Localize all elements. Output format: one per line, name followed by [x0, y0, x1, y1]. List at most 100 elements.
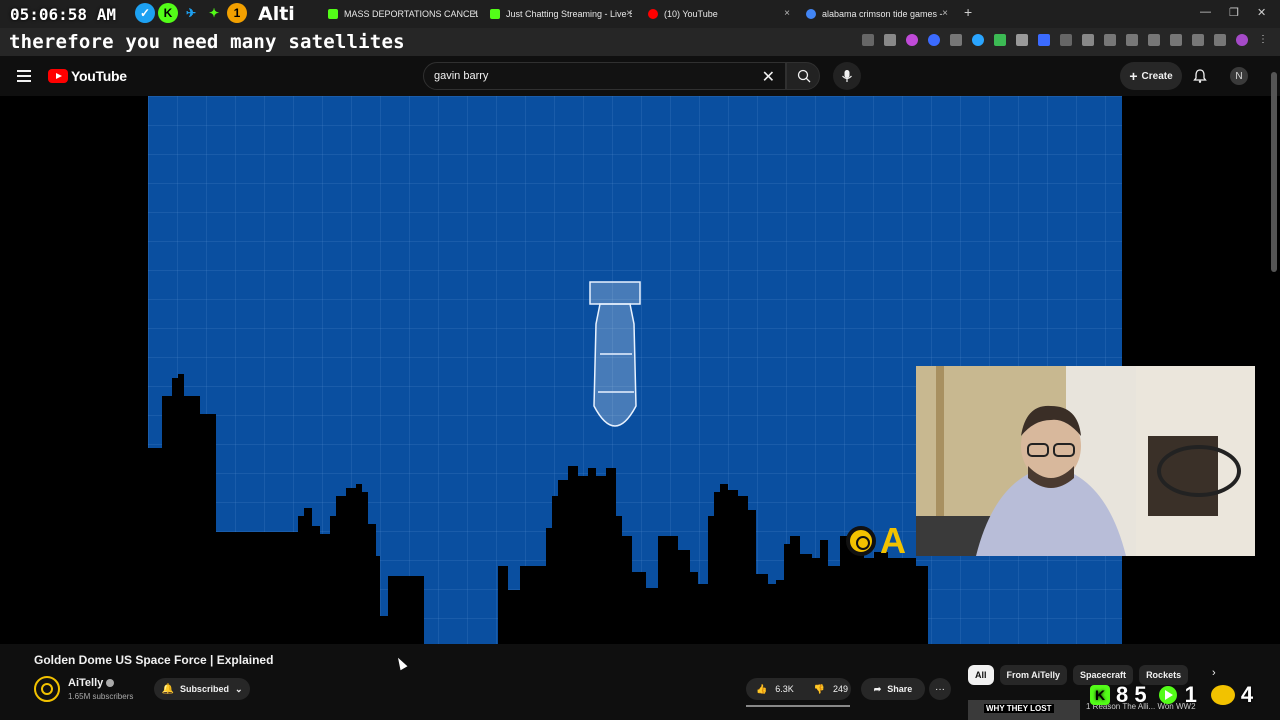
new-tab-button[interactable]: + — [964, 4, 972, 20]
browser-tab[interactable]: Just Chatting Streaming - Live S × — [490, 4, 632, 24]
dislike-icon: 👎 — [813, 683, 825, 694]
tab-label: alabama crimson tide games - — [822, 9, 943, 19]
scrollbar-thumb[interactable] — [1271, 72, 1277, 272]
extension-icon[interactable] — [1192, 34, 1204, 46]
youtube-play-icon — [48, 69, 68, 83]
stream-viewer-stats: K 8 5 1 4 — [1090, 682, 1253, 708]
plus-icon: + — [1129, 68, 1138, 84]
extension-icon[interactable] — [1214, 34, 1226, 46]
bomb-graphic — [589, 281, 641, 427]
close-icon[interactable]: × — [472, 8, 478, 19]
more-actions-button[interactable]: ··· — [929, 678, 951, 700]
extension-icon[interactable] — [928, 34, 940, 46]
rocket-icon: ✈ — [185, 6, 197, 20]
close-icon[interactable]: × — [626, 8, 632, 19]
subscriber-count: 1.65M subscribers — [68, 692, 134, 701]
bell-icon[interactable] — [1192, 68, 1208, 84]
kick-icon: K — [158, 3, 178, 23]
youtube-logo[interactable]: YouTube — [48, 68, 127, 84]
install-icon[interactable] — [862, 34, 874, 46]
recommended-video-thumbnail[interactable]: WHY THEY LOST — [968, 700, 1080, 720]
channel-name-text[interactable]: AiTelly — [68, 677, 103, 689]
extension-icon[interactable] — [950, 34, 962, 46]
verified-icon — [106, 679, 115, 688]
like-button[interactable]: 👍 6.3K — [746, 678, 804, 700]
google-icon — [806, 9, 816, 19]
search-query: gavin barry — [434, 70, 489, 82]
extension-icon[interactable] — [994, 34, 1006, 46]
search-input[interactable]: gavin barry ✕ — [423, 62, 786, 90]
tab-label: Just Chatting Streaming - Live S — [506, 9, 632, 19]
extension-icon[interactable] — [1016, 34, 1028, 46]
mic-icon — [842, 70, 852, 82]
restore-icon[interactable]: ❐ — [1229, 6, 1239, 19]
like-count: 6.3K — [775, 684, 794, 694]
twitter-icon: ✓ — [135, 3, 155, 23]
close-icon[interactable]: ✕ — [762, 67, 775, 87]
dislike-button[interactable]: 👎 249 — [804, 678, 858, 700]
bell-icon: 🔔 — [161, 683, 174, 695]
history-icon[interactable] — [1104, 34, 1116, 46]
chevron-right-icon[interactable]: › — [1212, 667, 1216, 679]
extension-icon[interactable] — [972, 34, 984, 46]
sparkle-icon: ✦ — [208, 6, 220, 20]
thumbnail-text: WHY THEY LOST — [984, 704, 1054, 713]
webcam-overlay — [916, 366, 1255, 556]
chip-from-channel[interactable]: From AiTelly — [999, 665, 1068, 685]
channel-watermark[interactable]: A — [846, 520, 906, 562]
overlay-streamer-name: Alti — [258, 3, 295, 25]
browser-tab[interactable]: MASS DEPORTATIONS CANCEL × — [328, 4, 478, 24]
dislike-count: 249 — [832, 684, 848, 694]
account-avatar[interactable]: N — [1230, 67, 1248, 85]
close-icon[interactable]: × — [784, 8, 790, 19]
share-icon: ➦ — [873, 683, 882, 694]
browser-tab[interactable]: alabama crimson tide games - × — [806, 4, 948, 24]
youtube-icon — [648, 9, 658, 19]
subscribe-button[interactable]: 🔔 Subscribed ⌄ — [154, 678, 250, 700]
chip-all[interactable]: All — [968, 665, 994, 685]
search-button[interactable] — [786, 62, 820, 90]
rank-badge: 1 — [227, 3, 247, 23]
streamer-webcam-image — [916, 366, 1255, 556]
rumble-icon — [1210, 685, 1235, 705]
extension-toolbar: ⋮ — [862, 34, 1270, 46]
channel-avatar[interactable] — [34, 676, 60, 702]
video-title: Golden Dome US Space Force | Explained — [34, 653, 274, 667]
puzzle-icon[interactable] — [1082, 34, 1094, 46]
page-scrollbar[interactable] — [1270, 60, 1278, 720]
like-dislike-group: 👍 6.3K 👎 249 — [746, 678, 851, 700]
close-window-icon[interactable]: ✕ — [1257, 6, 1266, 19]
stream-caption: therefore you need many satellites — [9, 31, 405, 53]
share-label: Share — [887, 684, 913, 694]
share-button[interactable]: ➦ Share — [861, 678, 925, 700]
browser-tab[interactable]: (10) YouTube × — [648, 4, 790, 24]
extension-icon[interactable] — [1126, 34, 1138, 46]
profile-avatar[interactable] — [1236, 34, 1248, 46]
voice-search-button[interactable] — [833, 62, 861, 90]
devtools-icon[interactable] — [1148, 34, 1160, 46]
extension-icon[interactable] — [906, 34, 918, 46]
city-skyline — [148, 374, 928, 644]
aitelly-logo-icon — [846, 526, 876, 556]
extension-icon[interactable] — [1060, 34, 1072, 46]
create-button[interactable]: + Create — [1120, 62, 1182, 90]
tab-label: (10) YouTube — [664, 9, 718, 19]
sidebar-icon[interactable] — [1170, 34, 1182, 46]
kick-icon — [328, 9, 338, 19]
close-icon[interactable]: × — [942, 8, 948, 19]
subscribe-label: Subscribed — [179, 684, 229, 694]
browser-menu-icon[interactable]: ⋮ — [1258, 34, 1270, 46]
watermark-letter: A — [880, 520, 906, 561]
search-icon — [797, 69, 811, 83]
menu-icon[interactable] — [17, 70, 31, 82]
channel-name[interactable]: AiTelly — [68, 677, 115, 689]
create-label: Create — [1141, 70, 1173, 82]
youtube-masthead: YouTube gavin barry ✕ + Create N — [0, 56, 1280, 96]
minimize-icon[interactable]: — — [1200, 6, 1211, 18]
mouse-cursor — [394, 655, 408, 671]
extension-icon[interactable] — [1038, 34, 1050, 46]
star-icon[interactable] — [884, 34, 896, 46]
kick-viewer-count: 8 5 — [1116, 682, 1147, 707]
player-letterbox — [0, 96, 148, 644]
overlay-platform-icons: ✓ K ✈ ✦ 1 — [135, 3, 247, 23]
